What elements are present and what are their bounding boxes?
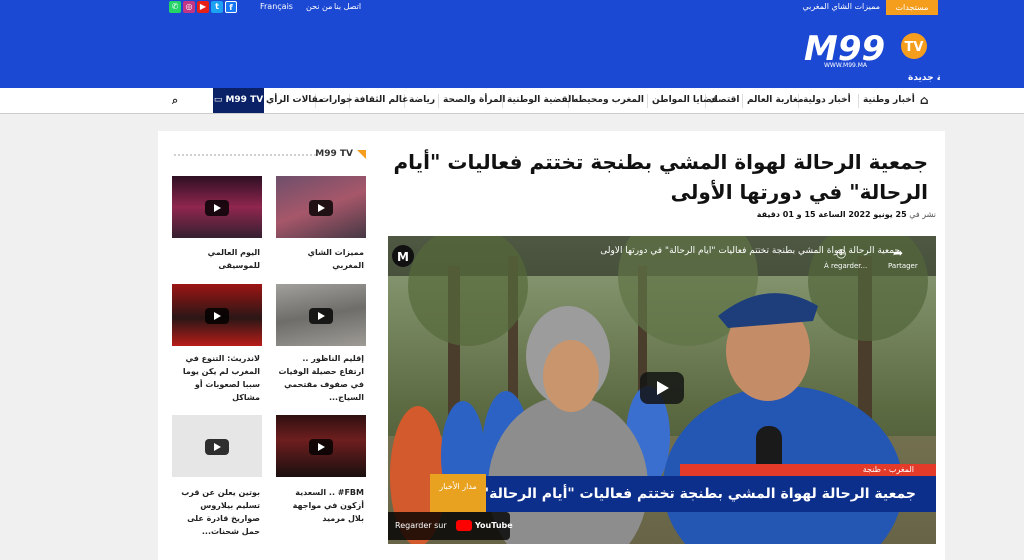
share-label[interactable]: Partager bbox=[888, 262, 918, 270]
twitter-icon[interactable]: t bbox=[211, 1, 223, 13]
tv-icon: ▭ bbox=[213, 95, 226, 105]
article-title: جمعية الرحالة لهواة المشي بطنجة تختتم فع… bbox=[393, 150, 928, 204]
play-icon bbox=[205, 200, 229, 216]
meta-prefix: نشر في bbox=[909, 210, 936, 219]
play-icon bbox=[205, 308, 229, 324]
nav-item-opinion[interactable]: مقالات الرأي bbox=[266, 88, 324, 113]
video-caption-3[interactable]: إقليم الناظور .. ارتفاع حصيلة الوفيات في… bbox=[276, 352, 365, 404]
play-icon bbox=[309, 308, 333, 324]
instagram-icon[interactable]: ◎ bbox=[183, 1, 195, 13]
home-icon[interactable]: ⌂ bbox=[920, 88, 929, 113]
logo-tagline: قناة مغربية برؤية جديدة bbox=[908, 73, 940, 83]
video-thumb-1[interactable] bbox=[276, 176, 366, 238]
youtube-icon[interactable]: ▶ bbox=[197, 1, 209, 13]
youtube-label: YouTube bbox=[475, 521, 513, 530]
nav-divider bbox=[438, 94, 439, 108]
search-icon[interactable]: ⌕ bbox=[172, 88, 178, 113]
utility-bar: ✆ ◎ ▶ t f Français من نحن اتصل بنا مميزا… bbox=[0, 0, 1024, 16]
video-caption-6[interactable]: بوتين يعلن عن قرب تسليم بيلاروس صواريخ ق… bbox=[172, 486, 260, 538]
video-thumb-3[interactable] bbox=[276, 284, 366, 346]
video-caption-2[interactable]: اليوم العالمي للموسيقى bbox=[172, 246, 260, 272]
site-logo[interactable]: M99 TV WWW.M99.MA قناة مغربية برؤية جديد… bbox=[800, 22, 1014, 84]
main-nav: ⌂ أخبار وطنية أخبار دولية مغاربة العالم … bbox=[0, 88, 1024, 114]
nav-item-citizen-issues[interactable]: قضايا المواطن bbox=[652, 88, 718, 113]
watch-later-label[interactable]: À regarder... bbox=[824, 262, 867, 270]
play-icon bbox=[205, 439, 229, 455]
watch-on-youtube-button[interactable]: Regarder sur YouTube bbox=[388, 512, 513, 540]
watch-on-label: Regarder sur bbox=[395, 521, 447, 530]
corner-icon bbox=[357, 150, 366, 159]
francais-link[interactable]: Français bbox=[260, 1, 293, 13]
video-thumb-5[interactable] bbox=[276, 415, 366, 477]
nav-item-women-health[interactable]: المرأة والصحة bbox=[443, 88, 506, 113]
nav-item-international-news[interactable]: أخبار دولية bbox=[803, 88, 851, 113]
lower-third-title: جمعية الرحالة لهواة المشي بطنجة تختتم فع… bbox=[486, 476, 936, 512]
nav-item-culture[interactable]: عالم الثقافة bbox=[354, 88, 408, 113]
sidebar-heading: M99 TV bbox=[173, 149, 366, 161]
nav-item-moroccans-world[interactable]: مغاربة العالم bbox=[747, 88, 804, 113]
video-thumb-4[interactable] bbox=[172, 284, 262, 346]
heading-dots bbox=[173, 153, 316, 157]
article-meta: نشر في 25 يونيو 2022 الساعة 15 و 01 دقيق… bbox=[560, 210, 936, 219]
video-caption-4[interactable]: لاندريث: التنوع في المغرب لم يكن يوما سب… bbox=[172, 352, 260, 404]
play-icon bbox=[309, 200, 333, 216]
video-thumb-6[interactable] bbox=[172, 415, 262, 477]
site-header: ✆ ◎ ▶ t f Français من نحن اتصل بنا مميزا… bbox=[0, 0, 1024, 88]
nav-item-morocco-surroundings[interactable]: المغرب ومحيطه bbox=[573, 88, 644, 113]
nav-divider bbox=[742, 94, 743, 108]
play-button[interactable] bbox=[640, 372, 684, 404]
logo-tv-badge: TV bbox=[905, 40, 924, 55]
clock-icon[interactable]: ◷ bbox=[836, 246, 846, 260]
play-icon bbox=[657, 381, 669, 395]
nav-item-interviews[interactable]: حوارات bbox=[320, 88, 353, 113]
article-date: 25 يونيو 2022 الساعة 15 و 01 دقيقة bbox=[756, 210, 907, 219]
facebook-icon[interactable]: f bbox=[225, 1, 237, 13]
news-ticker-item[interactable]: مميزات الشاي المغربي bbox=[790, 1, 880, 13]
urgent-label: مستجدات bbox=[886, 0, 938, 15]
play-icon bbox=[309, 439, 333, 455]
whatsapp-icon[interactable]: ✆ bbox=[169, 1, 181, 13]
svg-text:M: M bbox=[397, 250, 409, 264]
nav-divider bbox=[647, 94, 648, 108]
video-caption-5[interactable]: FBM# .. السعدية أزكون في مواجهة بلال مرم… bbox=[276, 486, 364, 525]
video-player[interactable]: M جمعية الرحالة لهواة المشي بطنجة تختتم … bbox=[388, 236, 936, 544]
about-link[interactable]: من نحن bbox=[306, 1, 332, 13]
youtube-logo-icon bbox=[456, 520, 472, 531]
video-header-title[interactable]: جمعية الرحالة لهواة المشي بطنجة تختتم فع… bbox=[460, 246, 900, 256]
share-icon[interactable]: ➦ bbox=[893, 246, 903, 260]
nav-item-sports[interactable]: رياضة bbox=[409, 88, 435, 113]
nav-item-national-cause[interactable]: القضية الوطنية bbox=[507, 88, 574, 113]
lower-third-tag: مدار الأخبار bbox=[430, 474, 486, 512]
video-caption-1[interactable]: مميزات الشاي المغربي bbox=[276, 246, 364, 272]
contact-link[interactable]: اتصل بنا bbox=[334, 1, 361, 13]
sidebar-heading-label: M99 TV bbox=[315, 149, 353, 159]
nav-item-m99-tv[interactable]: ▭ M99 TV bbox=[213, 88, 264, 113]
video-thumb-2[interactable] bbox=[172, 176, 262, 238]
tv-label: M99 TV bbox=[225, 95, 264, 105]
lower-third-location: المغرب - طنجة bbox=[680, 464, 936, 476]
nav-divider bbox=[858, 94, 859, 108]
logo-url: WWW.M99.MA bbox=[824, 62, 868, 69]
nav-item-national-news[interactable]: أخبار وطنية bbox=[863, 88, 915, 113]
